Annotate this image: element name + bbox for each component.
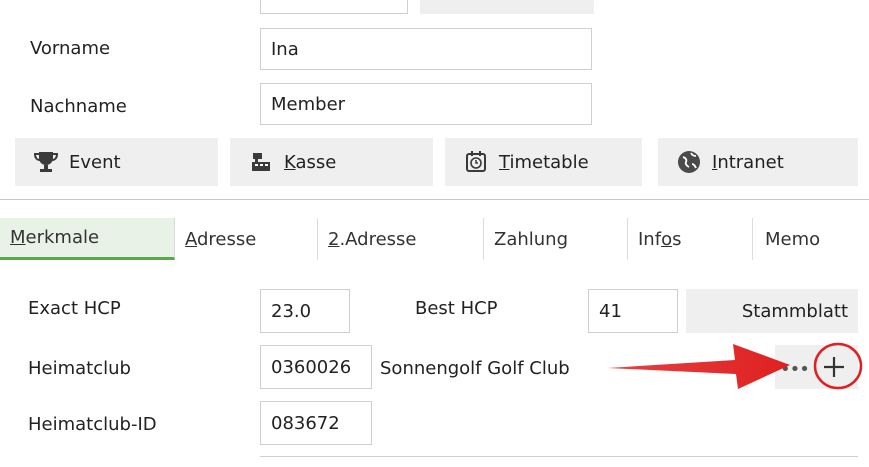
intranet-label: Intranet [712,151,784,173]
timetable-button[interactable]: Timetable [445,138,642,186]
clock-icon [463,149,489,175]
timetable-label: Timetable [499,151,589,173]
heimatclub-value: 0360026 [271,356,352,378]
add-button[interactable] [811,345,858,389]
nachname-label: Nachname [30,96,127,117]
tab-merkmale-label: Merkmale [10,227,100,248]
exact-hcp-field[interactable]: 23.0 [260,289,350,333]
exact-hcp-value: 23.0 [271,300,312,322]
nachname-field[interactable]: Member [260,83,592,125]
intranet-button[interactable]: Intranet [658,138,858,186]
heimatclub-name: Sonnengolf Golf Club [380,358,570,379]
heimatclub-id-label: Heimatclub-ID [28,414,157,435]
tab-memo-label: Memo [765,228,821,250]
partial-field-top-right[interactable] [420,0,594,14]
heimatclub-field[interactable]: 0360026 [260,345,372,389]
tab-zahlung-label: Zahlung [494,228,569,250]
tab-merkmale[interactable]: Merkmale [0,218,175,260]
nachname-value: Member [271,93,346,115]
kasse-label: Kasse [284,151,337,173]
section-divider [0,199,869,200]
cash-register-icon [248,149,274,175]
tab-infos[interactable]: Infos [628,218,753,260]
heimatclub-id-value: 083672 [271,412,340,434]
partial-field-top-left[interactable] [260,0,408,14]
tab-2-adresse[interactable]: 2.Adresse [318,218,484,260]
tab-memo[interactable]: Memo [753,218,869,260]
stammblatt-button[interactable]: Stammblatt [686,289,858,333]
best-hcp-label: Best HCP [415,298,498,319]
kasse-button[interactable]: Kasse [230,138,433,186]
best-hcp-field[interactable]: 41 [588,289,678,333]
heimatclub-label: Heimatclub [28,358,131,379]
tab-zahlung[interactable]: Zahlung [484,218,628,260]
best-hcp-value: 41 [599,300,622,322]
vorname-label: Vorname [30,38,111,59]
ellipsis-icon: ••• [780,359,810,380]
globe-icon [676,149,702,175]
stammblatt-label: Stammblatt [741,300,848,322]
vorname-field[interactable]: Ina [260,28,592,70]
trophy-icon [33,149,59,175]
tab-adresse[interactable]: Adresse [175,218,318,260]
vorname-value: Ina [271,38,299,60]
event-button[interactable]: Event [15,138,218,186]
tab-adresse-label: Adresse [185,228,257,250]
heimatclub-id-field[interactable]: 083672 [260,401,372,445]
more-button[interactable]: ••• [775,345,811,389]
tab-infos-label: Infos [638,228,682,250]
exact-hcp-label: Exact HCP [28,298,121,319]
event-label: Event [69,151,121,173]
plus-icon [824,357,844,377]
partial-field-bottom[interactable] [260,456,858,467]
tab-2-adresse-label: 2.Adresse [328,228,417,250]
